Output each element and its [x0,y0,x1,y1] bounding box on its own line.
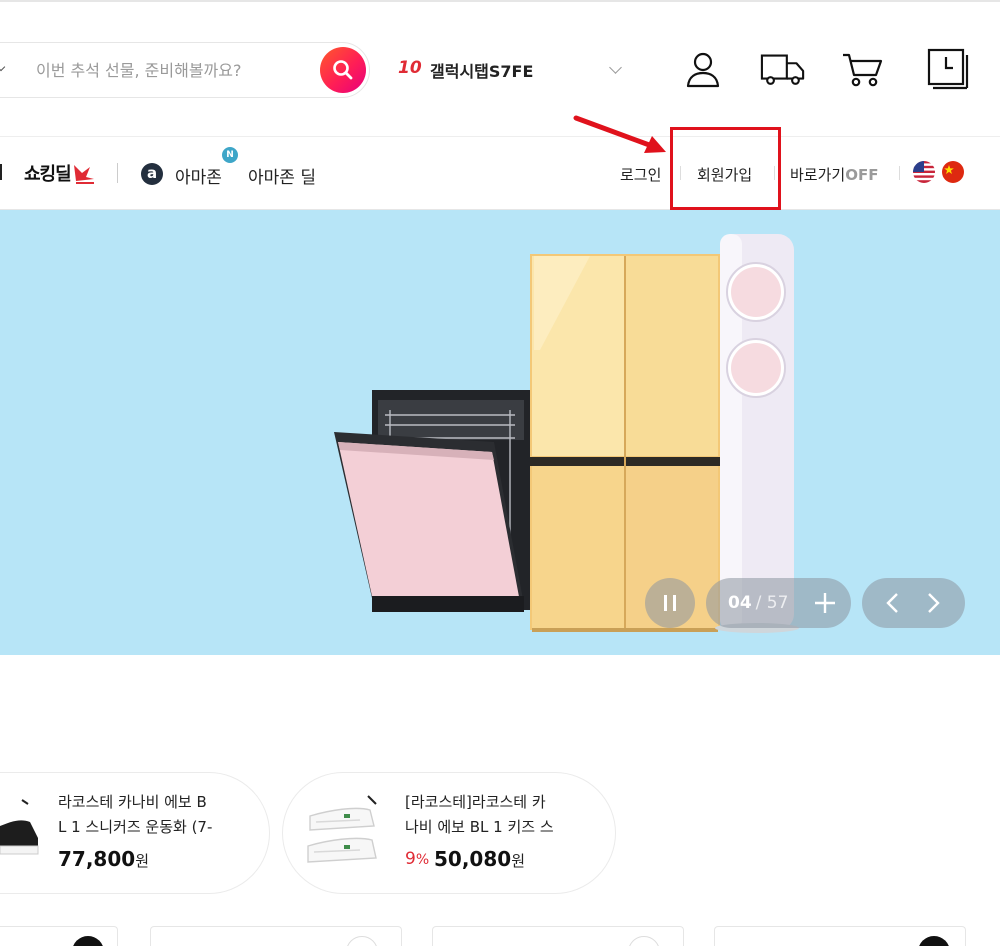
trending-keyword[interactable]: 갤럭시탭S7FE [430,58,533,82]
search-icon [333,60,353,80]
delivery-truck-icon [760,54,805,85]
product-title-line1[interactable]: 라코스테 카나비 에보 B [58,790,207,814]
appliance-image [334,234,799,633]
nav-divider-top [0,136,1000,137]
us-flag-icon[interactable] [913,161,935,183]
nav-edge-mark [0,164,2,180]
product-price: 77,800원 [58,847,149,871]
pause-button[interactable] [645,578,695,628]
shortcut-toggle[interactable]: 바로가기OFF [790,164,878,185]
page: 10 갤럭시탭S7FE 쇼킹딜 [0,0,1000,946]
annotation-arrow-icon [573,115,666,153]
trending-rank: 10 [398,58,422,78]
price-value: 50,080 [434,847,512,871]
product-title-line2[interactable]: 나비 에보 BL 1 키즈 스 [405,815,554,839]
shortcut-label: 바로가기 [790,166,846,184]
search-input[interactable] [36,56,306,84]
user-icon [686,52,720,88]
chevron-left-icon [886,593,898,613]
new-badge: N [222,147,238,163]
nav-item-amazon[interactable]: 아마존 [175,163,222,188]
product-title-line1[interactable]: [라코스테]라코스테 카 [405,790,546,814]
util-separator [899,166,900,180]
my-page-button[interactable] [680,46,726,92]
trending-chevron-down-icon[interactable] [609,61,622,74]
nav-item-shocking-deal[interactable]: 쇼킹딜 [24,160,72,186]
prev-slide-button[interactable] [880,590,906,616]
search-button[interactable] [320,47,366,93]
cart-icon [843,53,883,87]
chevron-right-icon [928,593,940,613]
hero-banner[interactable] [0,210,1000,655]
product-price: 50,080원 [434,847,525,871]
pager-current: 04 [728,593,752,613]
nav-separator [117,163,118,183]
cart-button[interactable] [840,46,886,92]
shocking-deal-flag-icon [74,165,94,184]
china-flag-icon[interactable] [942,161,964,183]
shortcut-state: OFF [845,166,879,184]
recent-view-icon [927,48,969,90]
pause-icon [664,595,676,611]
next-slide-button[interactable] [920,590,946,616]
recent-view-button[interactable] [924,46,970,92]
discount-unit: % [415,852,430,868]
product-title-line2[interactable]: L 1 스니커즈 운동화 (7- [58,815,212,839]
product-image-sneaker-white [307,795,377,863]
slide-nav-group [862,578,965,628]
price-value: 77,800 [58,847,136,871]
plus-icon [815,593,835,613]
nav-item-amazon-deal[interactable]: 아마존 딜 [248,163,316,188]
amazon-logo-icon: a [141,163,163,185]
signup-highlight-box [670,127,781,210]
discount-value: 9 [405,849,416,869]
view-all-slides-button[interactable] [812,590,838,616]
login-link[interactable]: 로그인 [620,164,661,185]
product-image-sneaker-black [0,799,39,855]
price-currency: 원 [135,852,149,870]
delivery-tracking-button[interactable] [760,46,806,92]
top-divider [0,0,1000,2]
price-currency: 원 [511,852,525,870]
pager-total: / 57 [755,593,789,613]
product-discount: 9% [405,849,429,869]
